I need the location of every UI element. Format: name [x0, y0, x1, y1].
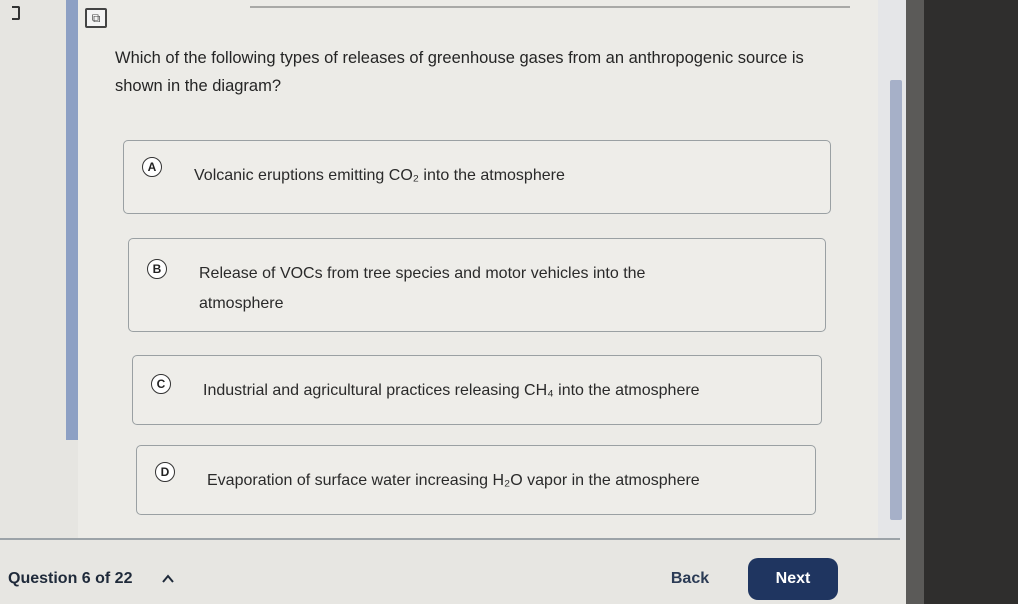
left-accent-bar	[66, 0, 78, 440]
question-text: Which of the following types of releases…	[115, 49, 804, 95]
option-text: Volcanic eruptions emitting CO₂ into the…	[194, 167, 565, 184]
question-counter[interactable]: Question 6 of 22	[8, 570, 132, 588]
scrollbar-thumb[interactable]	[890, 80, 902, 520]
option-letter: B	[147, 259, 167, 279]
option-letter: D	[155, 462, 175, 482]
footer-divider	[0, 538, 900, 540]
option-c[interactable]: C Industrial and agricultural practices …	[132, 355, 822, 425]
reference-sheet-icon[interactable]: ⧉	[85, 8, 107, 28]
option-d[interactable]: D Evaporation of surface water increasin…	[136, 445, 816, 515]
next-button[interactable]: Next	[748, 558, 838, 600]
option-text: Industrial and agricultural practices re…	[203, 382, 700, 399]
option-a[interactable]: A Volcanic eruptions emitting CO₂ into t…	[123, 140, 831, 214]
bracket-icon	[12, 6, 20, 20]
option-b[interactable]: B Release of VOCs from tree species and …	[128, 238, 826, 332]
option-letter: C	[151, 374, 171, 394]
option-text: Evaporation of surface water increasing …	[207, 472, 700, 489]
option-text: Release of VOCs from tree species and mo…	[199, 265, 646, 312]
option-letter: A	[142, 157, 162, 177]
back-button[interactable]: Back	[648, 558, 732, 600]
chevron-up-icon[interactable]	[162, 573, 174, 585]
top-divider	[250, 6, 850, 8]
bezel-edge	[906, 0, 924, 604]
